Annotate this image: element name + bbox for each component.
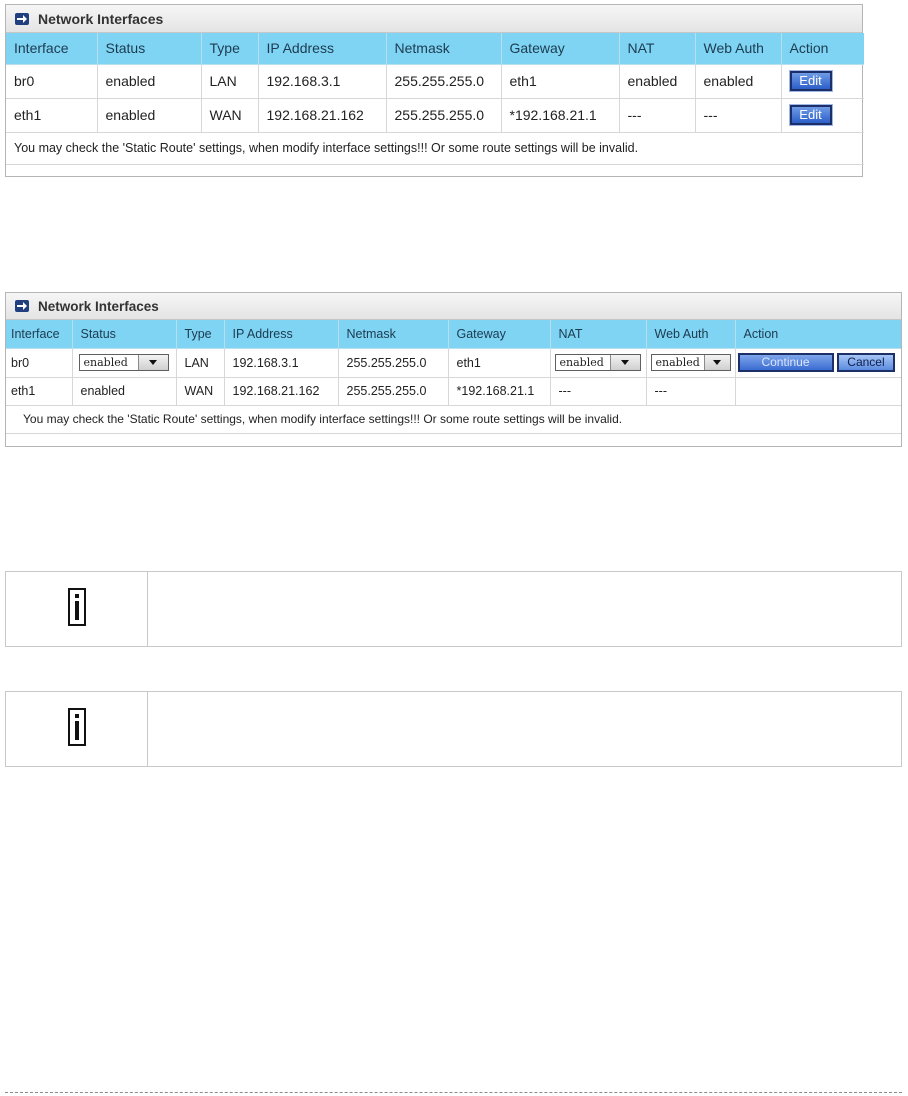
status-select-value: enabled — [83, 356, 128, 369]
nat-select-value: enabled — [559, 356, 604, 369]
cell-action — [734, 376, 901, 406]
cell-interface: br0 — [6, 63, 98, 99]
nat-select[interactable]: enabled — [554, 354, 641, 371]
table-row: eth1 enabled WAN 192.168.21.162 255.255.… — [6, 376, 901, 406]
cell-nat: enabled — [618, 63, 696, 99]
page-footer-divider — [5, 1092, 902, 1093]
cell-action: Edit — [780, 97, 864, 133]
panel-title: Network Interfaces — [38, 298, 159, 314]
info-icon — [67, 587, 86, 631]
note-icon-cell — [6, 572, 148, 646]
cell-interface: eth1 — [6, 376, 73, 406]
arrow-right-icon — [15, 12, 29, 25]
cell-status: enabled — [96, 97, 202, 133]
column-header: Interface — [6, 320, 73, 349]
cell-ip: 192.168.3.1 — [223, 347, 339, 378]
panel-header: Network Interfaces — [6, 5, 862, 33]
cell-ip: 192.168.3.1 — [257, 63, 387, 99]
cell-type: WAN — [175, 376, 225, 406]
interfaces-table: Interface Status Type IP Address Netmask… — [6, 33, 864, 165]
continue-button[interactable]: Continue — [737, 353, 834, 372]
note-text — [148, 572, 901, 646]
static-route-notice: You may check the 'Static Route' setting… — [6, 131, 864, 165]
cell-ip: 192.168.21.162 — [223, 376, 339, 406]
column-header: IP Address — [223, 320, 339, 349]
cancel-button[interactable]: Cancel — [836, 353, 895, 372]
cell-type: LAN — [200, 63, 259, 99]
webauth-select[interactable]: enabled — [650, 354, 731, 371]
note-icon-cell — [6, 692, 148, 766]
column-header: IP Address — [257, 33, 387, 65]
column-header: Web Auth — [645, 320, 736, 349]
cell-action: Continue Cancel — [734, 347, 901, 378]
column-header: NAT — [618, 33, 696, 65]
cell-gateway: *192.168.21.1 — [500, 97, 620, 133]
info-note — [5, 691, 902, 767]
cell-interface: eth1 — [6, 97, 98, 133]
table-header-row: Interface Status Type IP Address Netmask… — [6, 320, 901, 349]
column-header: Gateway — [447, 320, 551, 349]
chevron-down-icon — [703, 355, 730, 370]
cell-status: enabled — [96, 63, 202, 99]
cell-action: Edit — [780, 63, 864, 99]
column-header: Web Auth — [694, 33, 782, 65]
cell-type: WAN — [200, 97, 259, 133]
cell-interface: br0 — [6, 347, 73, 378]
cell-nat: --- — [618, 97, 696, 133]
cell-webauth: enabled — [694, 63, 782, 99]
cell-webauth: --- — [694, 97, 782, 133]
webauth-select-value: enabled — [655, 356, 700, 369]
network-interfaces-panel: Network Interfaces Interface Status Type… — [5, 4, 864, 177]
table-header-row: Interface Status Type IP Address Netmask… — [6, 33, 864, 65]
chevron-down-icon — [609, 355, 640, 370]
column-header: Interface — [6, 33, 98, 65]
cell-ip: 192.168.21.162 — [257, 97, 387, 133]
cell-netmask: 255.255.255.0 — [337, 376, 449, 406]
column-header: NAT — [549, 320, 647, 349]
cell-gateway: eth1 — [447, 347, 551, 378]
column-header: Status — [96, 33, 202, 65]
cell-webauth: enabled — [645, 347, 736, 378]
cell-gateway: eth1 — [500, 63, 620, 99]
table-row: eth1 enabled WAN 192.168.21.162 255.255.… — [6, 97, 864, 133]
panel-header: Network Interfaces — [6, 293, 901, 320]
panel-title: Network Interfaces — [38, 10, 164, 27]
column-header: Netmask — [337, 320, 449, 349]
edit-button-br0[interactable]: Edit — [788, 70, 833, 92]
info-icon — [67, 707, 86, 751]
chevron-down-icon — [137, 355, 168, 370]
note-text — [148, 692, 901, 766]
cell-type: LAN — [175, 347, 225, 378]
column-header: Status — [71, 320, 177, 349]
table-row-editing: br0 enabled LAN 192.168.3.1 255.255.255.… — [6, 347, 901, 378]
column-header: Netmask — [385, 33, 502, 65]
network-interfaces-panel-edit: Network Interfaces Interface Status Type… — [5, 292, 902, 447]
cell-nat: --- — [549, 376, 647, 406]
notice-row: You may check the 'Static Route' setting… — [6, 131, 864, 165]
table-row: br0 enabled LAN 192.168.3.1 255.255.255.… — [6, 63, 864, 99]
cell-netmask: 255.255.255.0 — [337, 347, 449, 378]
column-header: Gateway — [500, 33, 620, 65]
info-note — [5, 571, 902, 647]
status-select[interactable]: enabled — [78, 354, 169, 371]
cell-netmask: 255.255.255.0 — [385, 63, 502, 99]
column-header: Type — [200, 33, 259, 65]
arrow-right-icon — [15, 300, 29, 312]
static-route-notice: You may check the 'Static Route' setting… — [6, 404, 901, 434]
cell-status: enabled — [71, 376, 177, 406]
column-header: Type — [175, 320, 225, 349]
cell-gateway: *192.168.21.1 — [447, 376, 551, 406]
cell-netmask: 255.255.255.0 — [385, 97, 502, 133]
cell-webauth: --- — [645, 376, 736, 406]
notice-row: You may check the 'Static Route' setting… — [6, 404, 901, 434]
column-header: Action — [780, 33, 864, 65]
cell-status: enabled — [71, 347, 177, 378]
interfaces-table-edit: Interface Status Type IP Address Netmask… — [6, 320, 901, 434]
edit-button-eth1[interactable]: Edit — [788, 104, 833, 126]
cell-nat: enabled — [549, 347, 647, 378]
column-header: Action — [734, 320, 901, 349]
